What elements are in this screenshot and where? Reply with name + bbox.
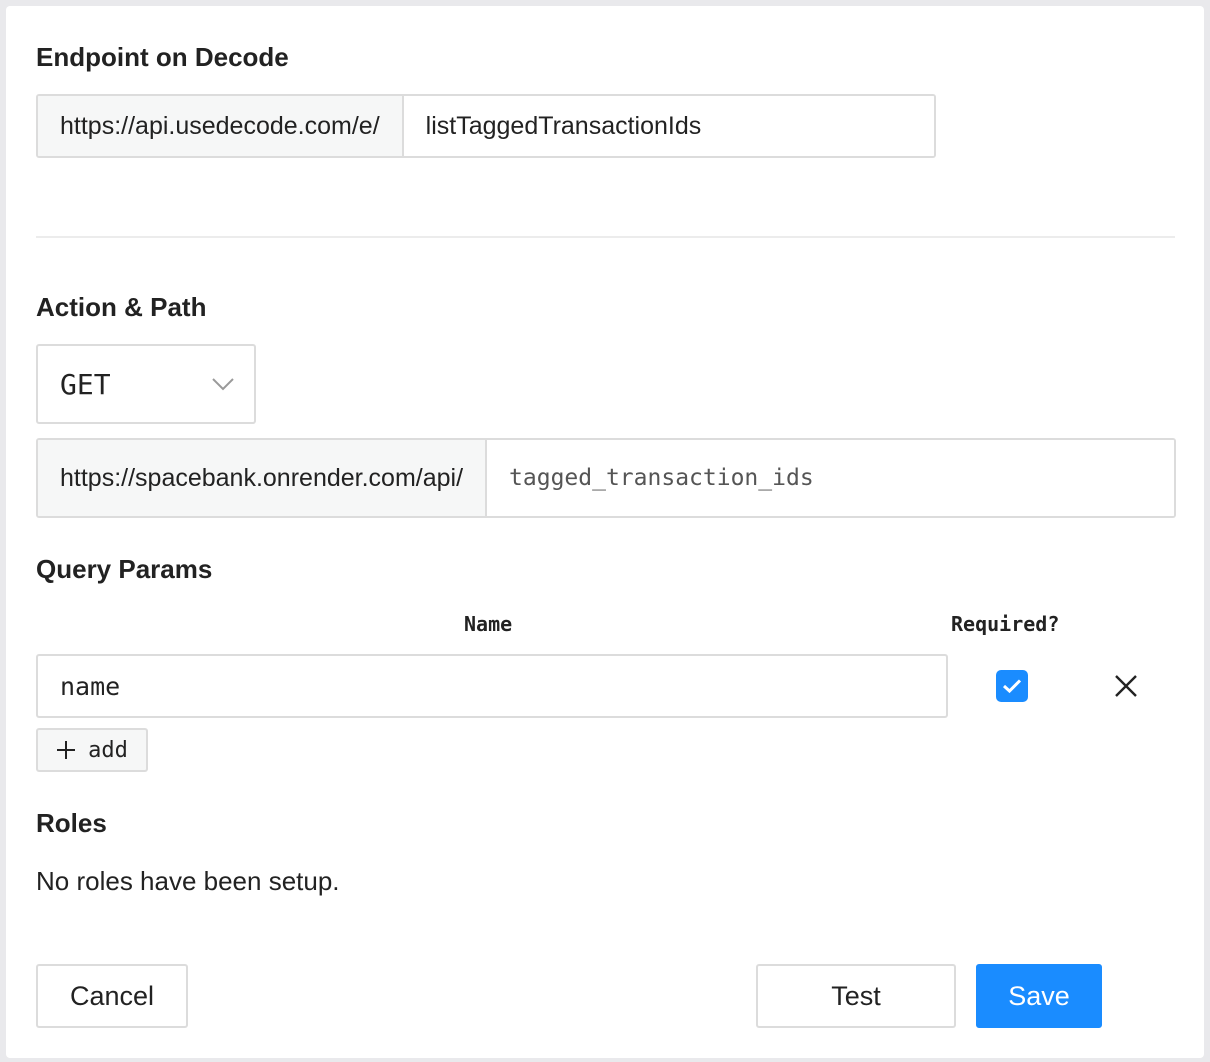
- endpoint-editor-panel: Endpoint on Decode https://api.usedecode…: [6, 6, 1204, 1058]
- test-button[interactable]: Test: [756, 964, 956, 1028]
- check-icon: [1002, 679, 1022, 694]
- endpoint-url-prefix: https://api.usedecode.com/e/: [38, 96, 404, 156]
- http-method-select[interactable]: GET: [36, 344, 256, 424]
- save-button[interactable]: Save: [976, 964, 1102, 1028]
- path-input[interactable]: [487, 440, 1174, 516]
- endpoint-section-title: Endpoint on Decode: [36, 42, 289, 72]
- add-param-label: add: [88, 737, 128, 763]
- remove-param-button[interactable]: [1112, 672, 1140, 700]
- cancel-button[interactable]: Cancel: [36, 964, 188, 1028]
- endpoint-name-input[interactable]: [403, 96, 934, 156]
- chevron-down-icon: [212, 377, 234, 391]
- close-icon: [1115, 675, 1137, 697]
- endpoint-input-group: https://api.usedecode.com/e/: [36, 94, 936, 158]
- http-method-value: GET: [60, 367, 111, 401]
- param-required-column-header: Required?: [951, 612, 1060, 636]
- param-required-checkbox[interactable]: [996, 670, 1028, 702]
- action-section-title: Action & Path: [36, 292, 207, 322]
- plus-icon: [57, 741, 76, 759]
- query-params-title: Query Params: [36, 554, 213, 584]
- path-url-prefix: https://spacebank.onrender.com/api/: [38, 440, 488, 516]
- add-param-button[interactable]: add: [36, 728, 148, 772]
- param-name-column-header: Name: [464, 612, 513, 636]
- path-input-group: https://spacebank.onrender.com/api/: [36, 438, 1176, 518]
- roles-empty-text: No roles have been setup.: [36, 866, 340, 896]
- roles-section-title: Roles: [36, 808, 107, 838]
- section-divider: [36, 236, 1175, 238]
- param-name-input[interactable]: [36, 654, 948, 718]
